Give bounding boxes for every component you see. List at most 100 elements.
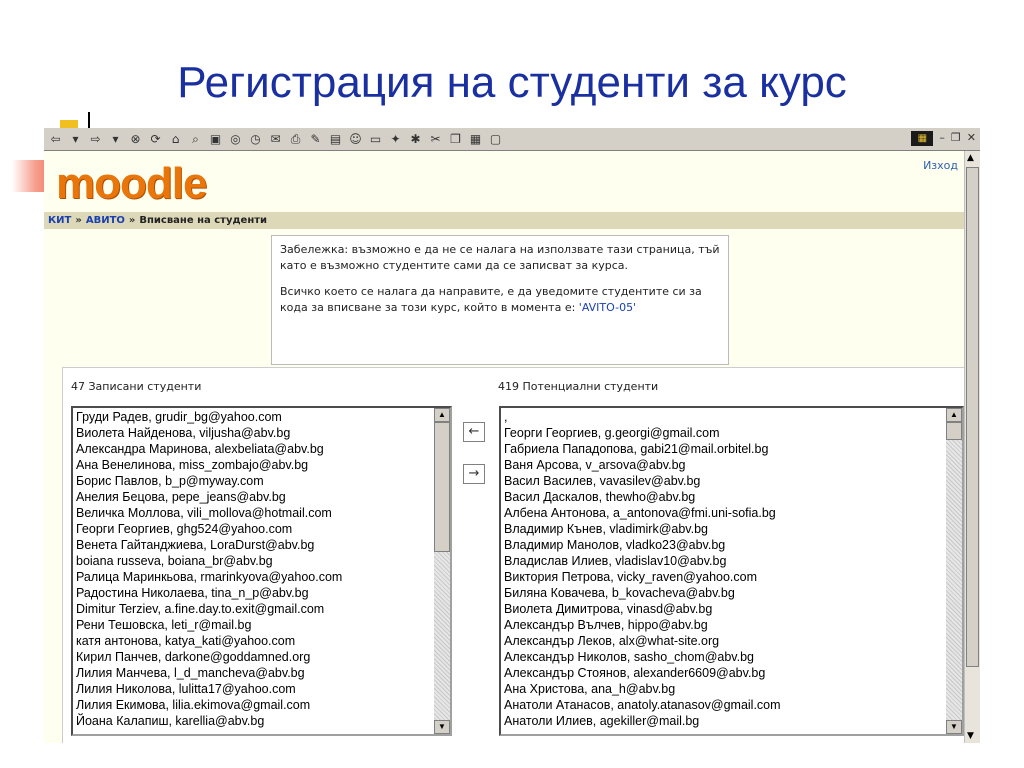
student-option[interactable]: Албена Антонова, a_antonova@fmi.uni-sofi… (504, 505, 944, 521)
dropdown-arrow-icon[interactable]: ▾ (68, 132, 83, 147)
student-option[interactable]: Анатоли Атанасов, anatoly.atanasov@gmail… (504, 697, 944, 713)
student-option[interactable]: , (504, 409, 944, 425)
student-option[interactable]: Васил Василев, vavasilev@abv.bg (504, 473, 944, 489)
student-option[interactable]: Александър Вълчев, hippo@abv.bg (504, 617, 944, 633)
restore-icon[interactable]: ❐ (951, 131, 961, 146)
student-option[interactable]: Биляна Ковачева, b_kovacheva@abv.bg (504, 585, 944, 601)
student-option[interactable]: Васил Даскалов, thewho@abv.bg (504, 489, 944, 505)
student-option[interactable]: Венета Гайтанджиева, LoraDurst@abv.bg (76, 537, 432, 553)
student-option[interactable]: Ваня Арсова, v_arsova@abv.bg (504, 457, 944, 473)
scroll-up-icon[interactable]: ▲ (434, 408, 450, 422)
breadcrumb-separator: » (128, 215, 136, 226)
scroll-down-icon[interactable]: ▼ (946, 720, 962, 734)
messenger-icon[interactable]: ☺ (348, 132, 363, 147)
slide-title: Регистрация на студенти за курс (177, 58, 847, 107)
student-option[interactable]: катя антонова, katya_kati@yahoo.com (76, 633, 432, 649)
student-option[interactable]: Груди Радев, grudir_bg@yahoo.com (76, 409, 432, 425)
moodle-logo: moodle (56, 159, 207, 209)
student-option[interactable]: Лилия Николова, lulitta17@yahoo.com (76, 681, 432, 697)
refresh-icon[interactable]: ⟳ (148, 132, 163, 147)
bug-icon[interactable]: ✱ (408, 132, 423, 147)
paste-icon[interactable]: ▦ (468, 132, 483, 147)
list-scrollbar[interactable]: ▲ ▼ (946, 408, 962, 734)
potential-students-label: 419 Потенциални студенти (498, 380, 659, 393)
student-option[interactable]: Радостина Николаева, tina_n_p@abv.bg (76, 585, 432, 601)
favorites-icon[interactable]: ▣ (208, 132, 223, 147)
breadcrumb-course-link[interactable]: АВИТО (86, 215, 125, 226)
logo-text: moodle (56, 159, 207, 208)
student-option[interactable]: Анелия Бецова, pepe_jeans@abv.bg (76, 489, 432, 505)
page-scrollbar[interactable]: ▲ ▼ (964, 151, 980, 743)
student-option[interactable]: boiana russeva, boiana_br@abv.bg (76, 553, 432, 569)
scroll-thumb[interactable] (434, 422, 450, 552)
scroll-thumb[interactable] (966, 167, 979, 667)
student-option[interactable]: Ана Венелинова, miss_zombajo@abv.bg (76, 457, 432, 473)
discuss-icon[interactable]: ▤ (328, 132, 343, 147)
breadcrumb-home-link[interactable]: КИТ (48, 215, 71, 226)
student-option[interactable]: Ралица Маринкьова, rmarinkyova@yahoo.com (76, 569, 432, 585)
forward-icon[interactable]: ⇨ (88, 132, 103, 147)
student-option[interactable]: Ана Христова, ana_h@abv.bg (504, 681, 944, 697)
student-option[interactable]: Анатоли Илиев, agekiller@mail.bg (504, 713, 944, 729)
scroll-down-icon[interactable]: ▼ (434, 720, 450, 734)
student-option[interactable]: Габриела Пападопова, gabi21@mail.orbitel… (504, 441, 944, 457)
properties-icon[interactable]: ▢ (488, 132, 503, 147)
student-option[interactable]: Александър Стоянов, alexander6609@abv.bg (504, 665, 944, 681)
potential-students-list[interactable]: , Георги Георгиев, g.georgi@gmail.com Габ… (499, 406, 964, 736)
logout-link[interactable]: Изход (923, 159, 958, 172)
student-option[interactable]: Dimitur Terziev, a.fine.day.to.exit@gmai… (76, 601, 432, 617)
student-option[interactable]: Георги Георгиев, g.georgi@gmail.com (504, 425, 944, 441)
back-icon[interactable]: ⇦ (48, 132, 63, 147)
scroll-thumb[interactable] (946, 422, 962, 440)
window-icon[interactable]: ▭ (368, 132, 383, 147)
student-option[interactable]: Владимир Кънев, vladimirk@abv.bg (504, 521, 944, 537)
student-option[interactable]: Владимир Манолов, vladko23@abv.bg (504, 537, 944, 553)
media-icon[interactable]: ◎ (228, 132, 243, 147)
student-option[interactable]: Александър Леков, alx@what-site.org (504, 633, 944, 649)
student-option[interactable]: Борис Павлов, b_p@myway.com (76, 473, 432, 489)
history-icon[interactable]: ◷ (248, 132, 263, 147)
note-paragraph: Всичко което се налага да направите, е д… (280, 284, 720, 316)
enrolled-students-label: 47 Записани студенти (71, 380, 202, 393)
breadcrumb-separator: » (75, 215, 82, 226)
enrolment-note: Забележка: възможно е да не се налага на… (271, 235, 729, 365)
enrolled-students-list[interactable]: Груди Радев, grudir_bg@yahoo.com Виолета … (71, 406, 452, 736)
close-icon[interactable]: ✕ (967, 131, 976, 146)
student-option[interactable]: Величка Моллова, vili_mollova@hotmail.co… (76, 505, 432, 521)
remove-from-enrolled-button[interactable]: → (463, 464, 485, 484)
scroll-up-icon[interactable]: ▲ (946, 408, 962, 422)
enrolment-key: 'AVITO-05' (578, 301, 637, 314)
dropdown-arrow-icon[interactable]: ▾ (108, 132, 123, 147)
minimize-icon[interactable]: – (939, 131, 945, 146)
breadcrumb: КИТ » АВИТО » Вписване на студенти (44, 212, 964, 229)
student-option[interactable]: Лилия Екимова, lilia.ekimova@gmail.com (76, 697, 432, 713)
student-option[interactable]: Виолета Найденова, viljusha@abv.bg (76, 425, 432, 441)
copy-icon[interactable]: ❐ (448, 132, 463, 147)
student-option[interactable]: Кирил Панчев, darkone@goddamned.org (76, 649, 432, 665)
note-paragraph: Забележка: възможно е да не се налага на… (280, 243, 720, 272)
student-option[interactable]: Лилия Манчева, l_d_mancheva@abv.bg (76, 665, 432, 681)
student-option[interactable]: Александра Маринова, alexbeliata@abv.bg (76, 441, 432, 457)
student-option[interactable]: Виктория Петрова, vicky_raven@yahoo.com (504, 569, 944, 585)
student-option[interactable]: Йоана Калапиш, karellia@abv.bg (76, 713, 432, 729)
cut-icon[interactable]: ✂ (428, 132, 443, 147)
browser-content: moodle Изход КИТ » АВИТО » Вписване на с… (44, 151, 964, 743)
stop-icon[interactable]: ⊗ (128, 132, 143, 147)
add-to-enrolled-button[interactable]: ← (463, 422, 485, 442)
edit-icon[interactable]: ✎ (308, 132, 323, 147)
search-icon[interactable]: ⌕ (188, 132, 203, 147)
tool-icon[interactable]: ✦ (388, 132, 403, 147)
mail-icon[interactable]: ✉ (268, 132, 283, 147)
student-option[interactable]: Владислав Илиев, vladislav10@abv.bg (504, 553, 944, 569)
print-icon[interactable]: ⎙ (288, 132, 303, 147)
home-icon[interactable]: ⌂ (168, 132, 183, 147)
scroll-up-icon[interactable]: ▲ (967, 153, 974, 163)
student-option[interactable]: Рени Тешовска, leti_r@mail.bg (76, 617, 432, 633)
student-option[interactable]: Александър Николов, sasho_chom@abv.bg (504, 649, 944, 665)
browser-toolbar: ⇦ ▾ ⇨ ▾ ⊗ ⟳ ⌂ ⌕ ▣ ◎ ◷ ✉ ⎙ ✎ ▤ ☺ ▭ ✦ ✱ ✂ … (44, 128, 980, 151)
scroll-down-icon[interactable]: ▼ (967, 731, 974, 741)
student-option[interactable]: Георги Георгиев, ghg524@yahoo.com (76, 521, 432, 537)
list-scrollbar[interactable]: ▲ ▼ (434, 408, 450, 734)
breadcrumb-current: Вписване на студенти (139, 215, 268, 226)
student-option[interactable]: Виолета Димитрова, vinasd@abv.bg (504, 601, 944, 617)
